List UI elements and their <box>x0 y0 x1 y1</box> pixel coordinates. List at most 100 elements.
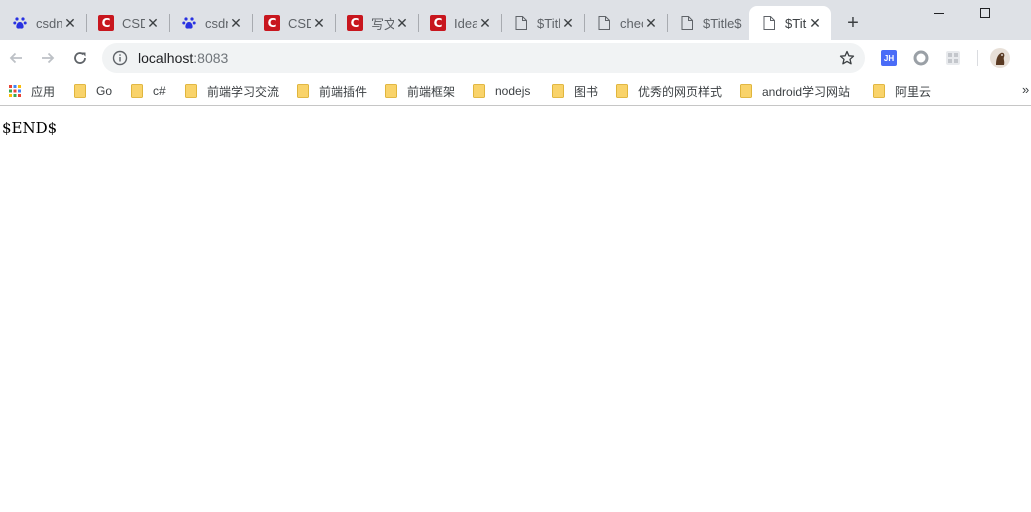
folder-icon <box>185 84 197 98</box>
bookmarks-overflow-button[interactable]: » <box>1022 82 1031 100</box>
bookmark-folder[interactable]: 前端框架 <box>385 82 455 100</box>
close-icon[interactable]: ✕ <box>477 15 493 31</box>
page-content: $END$ <box>0 107 1031 512</box>
tab-7[interactable]: checkbox ✕ <box>584 6 667 40</box>
apps-grid-icon <box>9 85 21 97</box>
reload-icon <box>74 52 86 64</box>
folder-icon <box>74 84 86 98</box>
tab-title: csdn <box>36 15 62 31</box>
maximize-icon <box>980 8 990 18</box>
tab-title: $Title$ <box>703 15 742 31</box>
document-icon <box>679 15 695 31</box>
folder-icon <box>616 84 628 98</box>
bookmark-label: 阿里云 <box>895 84 932 99</box>
tab-title: CSDN <box>288 15 311 31</box>
tab-strip: csdn ✕ C CSDN ✕ csdn ✕ C CSDN ✕ C 写文章 ✕ … <box>0 0 1031 40</box>
tab-8[interactable]: $Title$ <box>667 6 747 40</box>
baidu-paw-icon <box>12 15 28 31</box>
folder-icon <box>473 84 485 98</box>
folder-icon <box>552 84 564 98</box>
minimize-window-button[interactable] <box>916 0 962 26</box>
close-icon[interactable]: ✕ <box>311 15 327 31</box>
page-body-text: $END$ <box>2 119 58 137</box>
bookmark-label: 优秀的网页样式 <box>638 84 723 99</box>
bookmark-folder[interactable]: Go <box>74 82 112 100</box>
bookmark-folder[interactable]: android学习网站 <box>740 82 850 100</box>
bookmark-label: c# <box>153 84 166 98</box>
close-icon[interactable]: ✕ <box>62 15 78 31</box>
tab-title: checkbox <box>620 15 643 31</box>
tab-9-active[interactable]: $Title$ ✕ <box>749 6 831 40</box>
tab-title: 写文章 <box>371 16 394 32</box>
back-arrow-icon <box>9 52 22 64</box>
url-text: localhost:8083 <box>138 50 228 66</box>
close-icon[interactable]: ✕ <box>807 15 823 31</box>
baidu-paw-icon <box>181 15 197 31</box>
reload-button[interactable] <box>68 46 92 70</box>
bookmark-label: 前端插件 <box>319 84 368 99</box>
csdn-logo-icon: C <box>98 15 114 31</box>
tab-title: $Title$ <box>537 15 560 31</box>
info-icon[interactable] <box>112 50 128 66</box>
bookmark-apps[interactable]: 应用 <box>9 82 55 100</box>
bookmark-label: Go <box>96 84 113 98</box>
address-bar[interactable]: localhost:8083 <box>102 43 865 73</box>
forward-button[interactable] <box>36 46 60 70</box>
browser-toolbar: localhost:8083 JH <box>0 40 1031 76</box>
tab-6[interactable]: $Title$ ✕ <box>501 6 584 40</box>
bookmark-label: 应用 <box>31 84 56 99</box>
folder-icon <box>385 84 397 98</box>
bookmark-folder[interactable]: 优秀的网页样式 <box>616 82 722 100</box>
tab-3[interactable]: C CSDN ✕ <box>252 6 335 40</box>
tab-title: CSDN <box>122 15 145 31</box>
close-icon[interactable]: ✕ <box>394 15 410 31</box>
tab-title: csdn <box>205 15 228 31</box>
close-icon[interactable]: ✕ <box>643 15 659 31</box>
bookmark-folder[interactable]: nodejs <box>473 82 530 100</box>
folder-icon <box>131 84 143 98</box>
document-icon <box>761 15 777 31</box>
document-icon <box>596 15 612 31</box>
bookmark-label: nodejs <box>495 84 531 98</box>
tab-title: $Title$ <box>785 15 807 31</box>
forward-arrow-icon <box>42 52 55 64</box>
document-icon <box>513 15 529 31</box>
profile-avatar[interactable] <box>990 48 1010 68</box>
url-port: :8083 <box>193 50 229 66</box>
bookmark-star-icon[interactable] <box>839 50 855 66</box>
csdn-logo-icon: C <box>347 15 363 31</box>
jh-extension-icon[interactable]: JH <box>881 50 897 66</box>
csdn-logo-icon: C <box>430 15 446 31</box>
tab-title: Idea <box>454 15 477 31</box>
maximize-window-button[interactable] <box>962 0 1008 26</box>
bookmark-folder[interactable]: 前端插件 <box>297 82 367 100</box>
tab-4[interactable]: C 写文章 ✕ <box>335 6 418 40</box>
bookmark-label: android学习网站 <box>762 84 851 99</box>
bookmark-folder[interactable]: 阿里云 <box>873 82 931 100</box>
bookmark-folder[interactable]: 前端学习交流 <box>185 82 279 100</box>
bookmark-label: 图书 <box>574 84 599 99</box>
bookmark-folder[interactable]: c# <box>131 82 166 100</box>
bookmarks-bar: 应用 Go c# 前端学习交流 前端插件 前端框架 nodejs 图书 优秀的网… <box>0 76 1031 106</box>
new-tab-button[interactable]: + <box>842 12 864 34</box>
folder-icon <box>297 84 309 98</box>
close-icon[interactable]: ✕ <box>145 15 161 31</box>
tab-2[interactable]: csdn ✕ <box>169 6 252 40</box>
tab-0[interactable]: csdn ✕ <box>0 6 86 40</box>
circle-extension-icon[interactable] <box>913 50 929 66</box>
close-icon[interactable]: ✕ <box>228 15 244 31</box>
bookmark-label: 前端框架 <box>407 84 456 99</box>
grid-extension-icon[interactable] <box>945 50 961 66</box>
bookmark-label: 前端学习交流 <box>207 84 280 99</box>
bookmark-folder[interactable]: 图书 <box>552 82 598 100</box>
back-button[interactable] <box>4 46 28 70</box>
csdn-logo-icon: C <box>264 15 280 31</box>
folder-icon <box>873 84 885 98</box>
tab-5[interactable]: C Idea ✕ <box>418 6 501 40</box>
folder-icon <box>740 84 752 98</box>
url-host: localhost <box>138 50 194 66</box>
close-icon[interactable]: ✕ <box>560 15 576 31</box>
toolbar-divider <box>977 50 978 66</box>
minimize-icon <box>934 13 944 14</box>
tab-1[interactable]: C CSDN ✕ <box>86 6 169 40</box>
